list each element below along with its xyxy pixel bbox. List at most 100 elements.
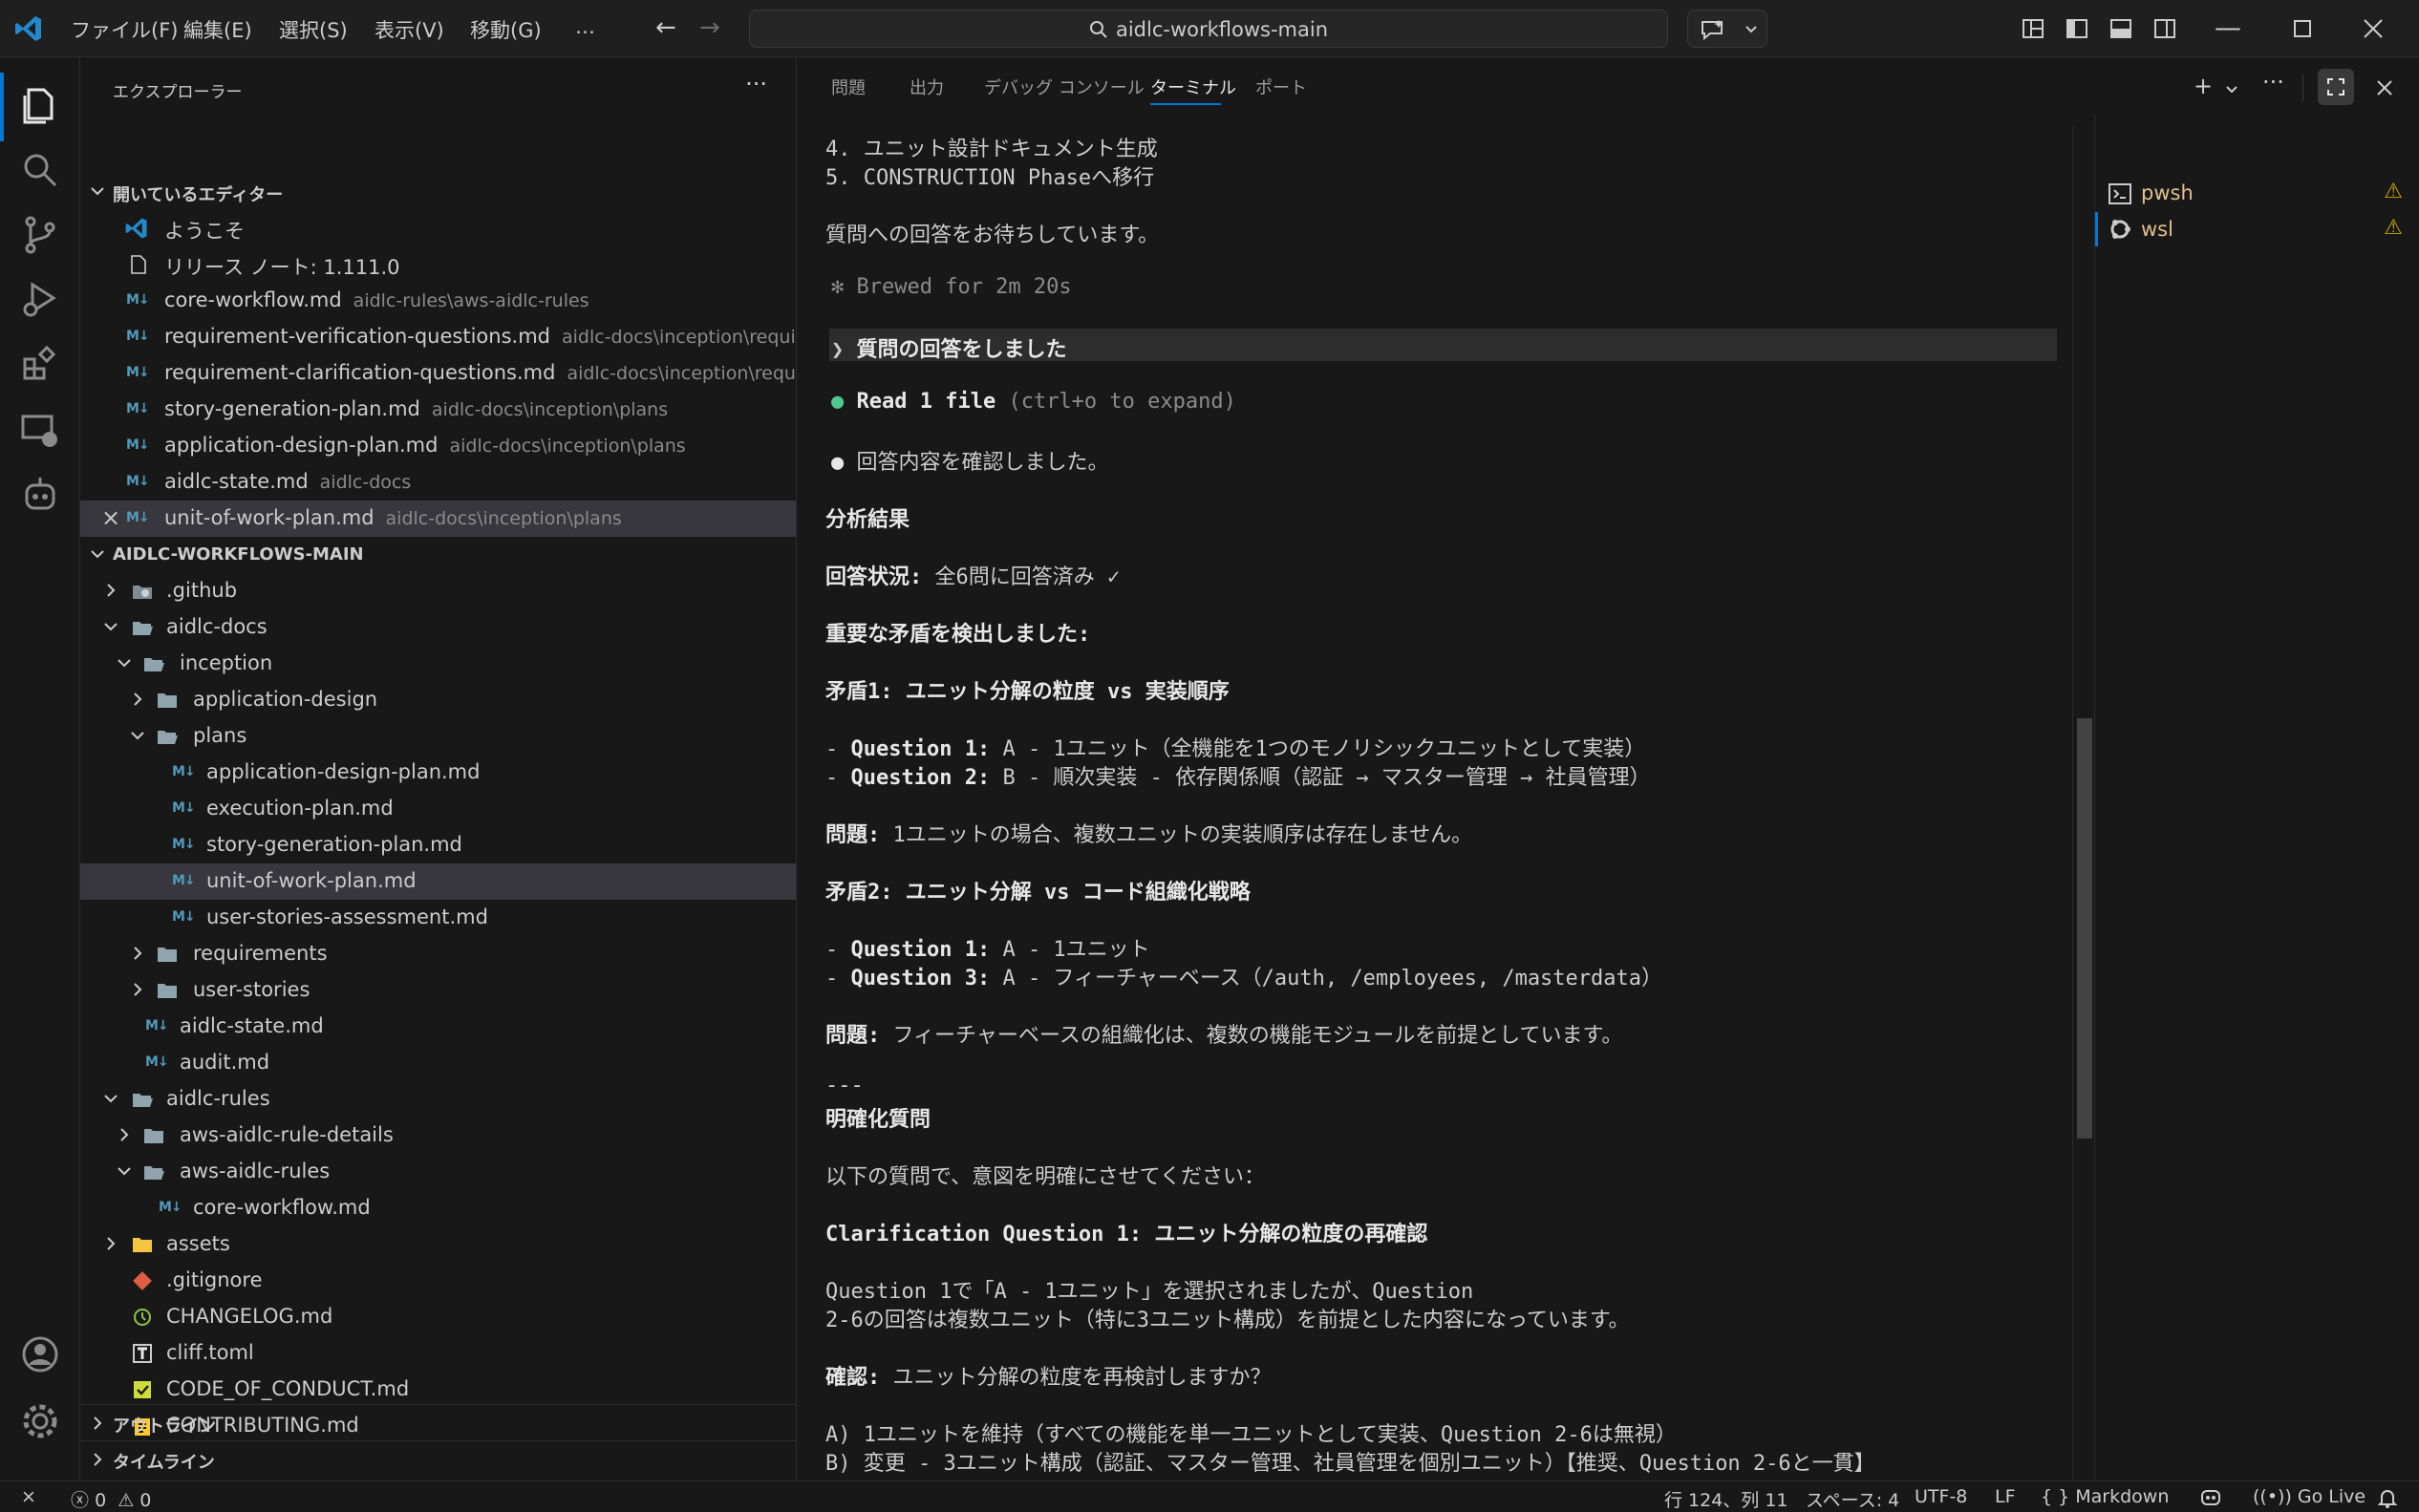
terminal-item-wsl[interactable]: wsl ⚠ (2095, 212, 2419, 246)
open-editor-item-active[interactable]: × M↓ unit-of-work-plan.md aidlc-docs\ince… (80, 500, 796, 537)
encoding[interactable]: UTF-8 (1915, 1486, 1967, 1507)
new-terminal-icon[interactable]: + (2194, 73, 2213, 99)
menu-file[interactable]: ファイル(F) (71, 15, 178, 44)
tree-file[interactable]: M↓ core-workflow.md (80, 1190, 796, 1226)
tree-file[interactable]: M↓ execution-plan.md (80, 791, 796, 827)
chevron-down-icon[interactable] (2224, 82, 2239, 97)
tab-output[interactable]: 出力 (910, 75, 944, 99)
workspace-header[interactable]: AIDLC-WORKFLOWS-MAIN (80, 537, 796, 573)
tree-file[interactable]: M↓ application-design-plan.md (80, 755, 796, 791)
close-editor-icon[interactable]: × (101, 504, 120, 531)
cursor-position[interactable]: 行 124、列 11 (1664, 1486, 1788, 1512)
menu-view[interactable]: 表示(V) (375, 15, 444, 44)
problems-indicator[interactable]: ⓧ 0 ⚠ 0 (71, 1486, 151, 1512)
scrollbar-thumb[interactable] (2077, 718, 2092, 1139)
open-editor-item[interactable]: M↓ story-generation-plan.md aidlc-docs\in… (80, 392, 796, 428)
more-actions-icon[interactable]: ··· (2262, 69, 2284, 96)
tree-file[interactable]: M↓ audit.md (80, 1045, 796, 1081)
forward-arrow-icon[interactable]: → (699, 13, 720, 42)
open-editor-item[interactable]: M↓ core-workflow.md aidlc-rules\aws-aidlc… (80, 283, 796, 319)
account-icon[interactable] (19, 1333, 61, 1375)
tree-file[interactable]: M↓ story-generation-plan.md (80, 827, 796, 863)
explorer-icon[interactable] (19, 84, 61, 126)
markdown-file-icon: M↓ (126, 437, 150, 453)
tree-label: core-workflow.md (193, 1196, 371, 1219)
toggle-secondary-sidebar-icon[interactable] (2153, 17, 2176, 40)
minimize-icon[interactable]: — (2215, 11, 2241, 43)
end-of-line[interactable]: LF (1995, 1486, 2016, 1507)
tree-file-selected[interactable]: M↓ unit-of-work-plan.md (80, 863, 796, 900)
menu-go[interactable]: 移動(G) (470, 15, 542, 44)
open-editor-path: aidlc-docs\inception\requi... (567, 363, 797, 384)
maximize-icon[interactable] (2293, 19, 2312, 38)
copilot-agent-icon[interactable] (19, 474, 61, 516)
menu-more[interactable]: … (575, 15, 595, 38)
command-center-search[interactable]: aidlc-workflows-main (749, 10, 1668, 48)
terminal-output[interactable]: 4. ユニット設計ドキュメント生成 5. CONSTRUCTION Phaseへ… (797, 126, 2077, 1480)
customize-layout-icon[interactable] (2022, 17, 2044, 40)
tree-folder[interactable]: user-stories (80, 972, 796, 1009)
notifications-bell-icon[interactable] (2377, 1487, 2398, 1508)
close-panel-icon[interactable] (2375, 78, 2394, 97)
tree-file[interactable]: .gitignore (80, 1263, 796, 1299)
tree-file[interactable]: M↓ user-stories-assessment.md (80, 900, 796, 936)
open-editor-item[interactable]: ようこそ (80, 210, 796, 246)
remote-explorer-icon[interactable] (19, 409, 61, 451)
run-debug-icon[interactable] (19, 279, 61, 321)
indentation[interactable]: スペース: 4 (1806, 1486, 1899, 1512)
close-window-icon[interactable] (2362, 17, 2385, 40)
label: 重要な矛盾を検出しました: (825, 623, 1091, 647)
source-control-icon[interactable] (19, 214, 61, 256)
maximize-panel-button[interactable] (2318, 69, 2354, 105)
outline-section[interactable]: アウトライン (80, 1404, 797, 1440)
remote-indicator-icon[interactable]: ⨯ (21, 1486, 36, 1507)
copilot-chat-button[interactable] (1687, 10, 1767, 48)
open-editors-header[interactable]: 開いているエディター (80, 174, 796, 210)
tab-debug-console[interactable]: デバッグ コンソール (984, 75, 1145, 99)
tab-problems[interactable]: 問題 (831, 75, 866, 99)
tree-folder[interactable]: .github (80, 573, 796, 609)
go-live-button[interactable]: ((•)) Go Live (2253, 1486, 2365, 1507)
tree-folder[interactable]: assets (80, 1226, 796, 1263)
toggle-panel-icon[interactable] (2109, 17, 2132, 40)
tree-folder[interactable]: plans (80, 718, 796, 755)
tree-folder[interactable]: application-design (80, 682, 796, 718)
tree-folder[interactable]: aidlc-rules (80, 1081, 796, 1118)
extensions-icon[interactable] (19, 344, 61, 386)
menu-edit[interactable]: 編集(E) (183, 15, 252, 44)
open-editor-item[interactable]: リリース ノート: 1.111.0 (80, 246, 796, 283)
markdown-file-icon: M↓ (172, 764, 196, 779)
active-tab-underline (1150, 103, 1221, 105)
tree-folder[interactable]: inception (80, 646, 796, 682)
tab-terminal[interactable]: ターミナル (1150, 75, 1236, 99)
open-editor-item[interactable]: M↓ requirement-clarification-questions.m… (80, 355, 797, 392)
term-collapsible[interactable]: ❯ 質問の回答をしました (831, 332, 1067, 363)
timeline-section[interactable]: タイムライン (80, 1440, 797, 1477)
menu-selection[interactable]: 選択(S) (279, 15, 348, 44)
copilot-status-icon[interactable] (2199, 1487, 2222, 1508)
open-editor-item[interactable]: M↓ application-design-plan.md aidlc-docs\… (80, 428, 796, 464)
language-mode[interactable]: { } Markdown (2041, 1486, 2169, 1507)
tree-folder[interactable]: aws-aidlc-rule-details (80, 1118, 796, 1154)
settings-gear-icon[interactable] (19, 1400, 61, 1442)
search-icon[interactable] (19, 149, 61, 191)
tree-folder[interactable]: aidlc-docs (80, 609, 796, 646)
tree-label: application-design (193, 688, 378, 711)
tree-file[interactable]: M↓ aidlc-state.md (80, 1009, 796, 1045)
toggle-primary-sidebar-icon[interactable] (2066, 17, 2088, 40)
tree-folder[interactable]: requirements (80, 936, 796, 972)
tab-ports[interactable]: ポート (1255, 75, 1307, 99)
tree-folder[interactable]: aws-aidlc-rules (80, 1154, 796, 1190)
open-editor-item[interactable]: M↓ requirement-verification-questions.md… (80, 319, 796, 355)
label: Question 2: (850, 766, 991, 790)
terminal-item-pwsh[interactable]: pwsh ⚠ (2095, 176, 2419, 210)
back-arrow-icon[interactable]: ← (655, 13, 676, 42)
terminal-scrollbar[interactable] (2072, 126, 2092, 1480)
outline-label: アウトライン (113, 1416, 216, 1437)
open-editor-item[interactable]: M↓ aidlc-state.md aidlc-docs (80, 464, 796, 500)
tree-file[interactable]: CHANGELOG.md (80, 1299, 796, 1335)
terminal-name: pwsh (2141, 181, 2194, 204)
tree-file[interactable]: CODE_OF_CONDUCT.md (80, 1372, 796, 1408)
tree-file[interactable]: cliff.toml (80, 1335, 796, 1372)
more-actions-icon[interactable]: ··· (745, 71, 767, 97)
